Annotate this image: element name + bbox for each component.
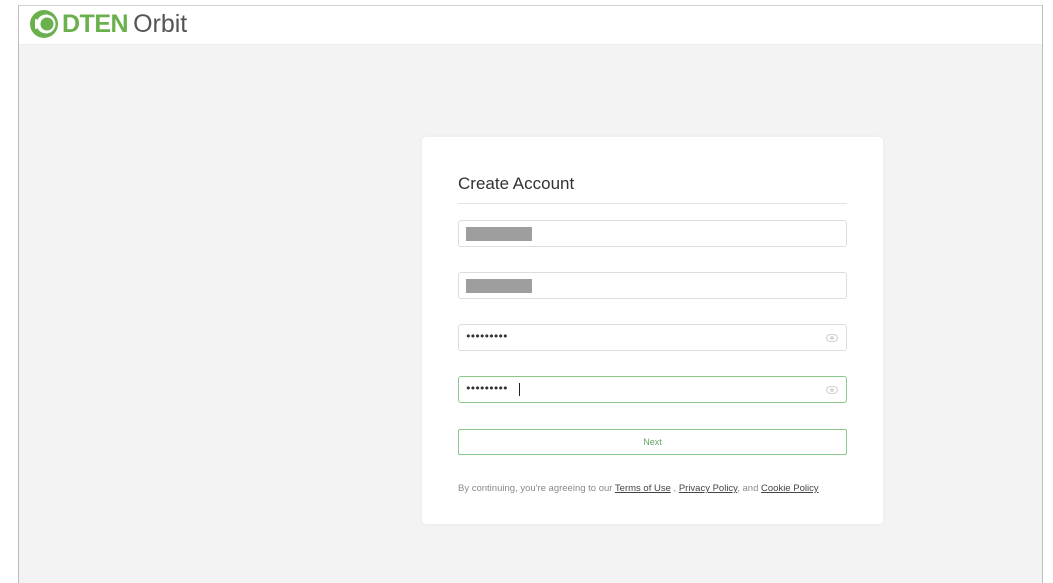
password-field[interactable]: •••••••••	[458, 324, 847, 351]
eye-icon[interactable]	[826, 385, 838, 395]
legal-separator: ,	[673, 483, 677, 494]
first-name-field[interactable]	[458, 220, 847, 247]
confirm-password-value: •••••••••	[465, 382, 509, 395]
cookie-policy-link[interactable]: Cookie Policy	[761, 483, 819, 494]
last-name-field[interactable]	[458, 272, 847, 299]
top-header: DTEN Orbit	[19, 6, 1042, 45]
legal-and: , and	[737, 483, 759, 494]
legal-notice: By continuing, you're agreeing to our Te…	[458, 482, 847, 495]
logo-product-text: Orbit	[133, 9, 188, 38]
page-title: Create Account	[458, 174, 575, 193]
title-divider	[458, 203, 847, 204]
terms-of-use-link[interactable]: Terms of Use	[615, 483, 671, 494]
eye-icon[interactable]	[826, 333, 838, 343]
redacted-value	[466, 227, 532, 241]
text-caret	[519, 383, 520, 396]
password-value: •••••••••	[465, 330, 509, 343]
dten-orbit-logo[interactable]: DTEN Orbit	[29, 7, 187, 41]
dten-logo-icon	[30, 10, 58, 38]
legal-prefix: By continuing, you're agreeing to our	[458, 483, 613, 494]
privacy-policy-link[interactable]: Privacy Policy	[679, 483, 737, 494]
redacted-value	[466, 279, 532, 293]
app-window: DTEN Orbit Create Account ••••••••• ••••…	[18, 5, 1043, 583]
logo-brand-text: DTEN	[62, 9, 129, 38]
create-account-card: Create Account ••••••••• ••••••••• Next …	[422, 137, 883, 524]
confirm-password-field[interactable]: •••••••••	[458, 376, 847, 403]
next-button[interactable]: Next	[458, 429, 847, 455]
